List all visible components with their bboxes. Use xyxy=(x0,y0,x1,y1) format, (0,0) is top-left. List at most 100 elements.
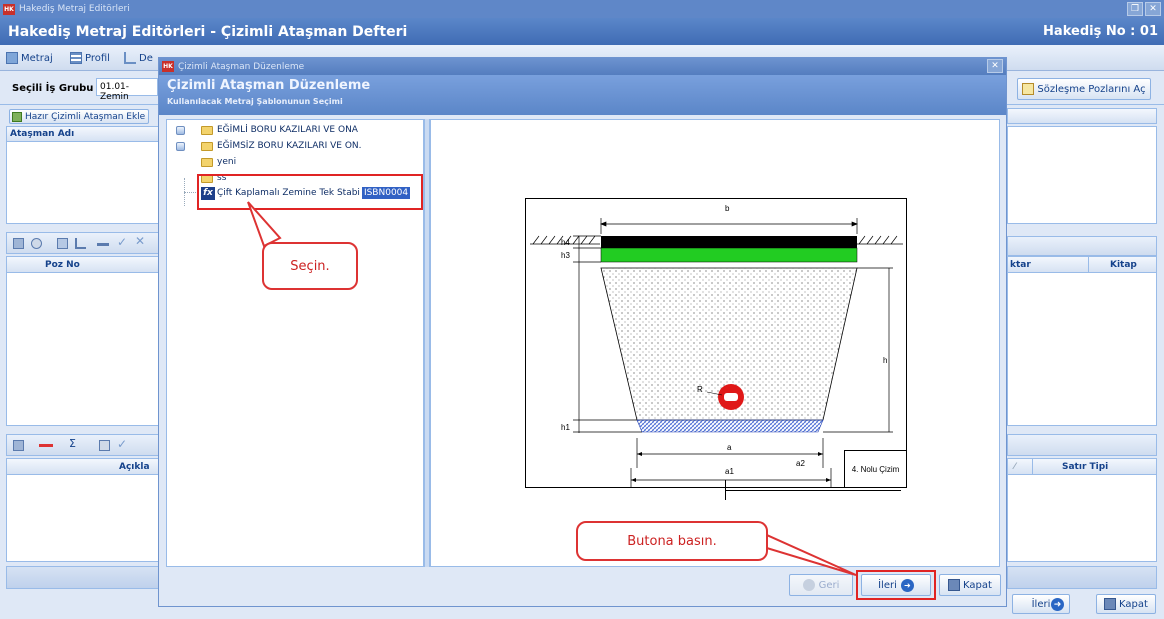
drawing-preview: b h4 h3 h R h1 a a1 a2 4. Nolu Çizim xyxy=(430,119,1000,567)
line-icon[interactable] xyxy=(39,444,53,447)
footer-next-label: İleri xyxy=(1031,598,1051,610)
drawing-caption: 4. Nolu Çizim xyxy=(844,450,907,488)
tab-detay-label: De xyxy=(139,52,153,64)
is-grubu-label: Seçili İş Grubu xyxy=(12,83,94,94)
right-status-bar xyxy=(1007,566,1157,589)
sum-icon[interactable]: Σ xyxy=(69,437,76,450)
footer-next-button[interactable]: İleri ➜ xyxy=(1012,594,1070,614)
expand-icon[interactable] xyxy=(176,125,185,135)
dialog-title-bar: HK Çizimli Ataşman Düzenleme xyxy=(159,58,1006,75)
column-divider xyxy=(1088,257,1089,273)
close-button[interactable]: Kapat xyxy=(939,574,1001,596)
open-contract-items-label: Sözleşme Pozlarını Aç xyxy=(1037,83,1146,95)
page-title: Hakediş Metraj Editörleri - Çizimli Ataş… xyxy=(0,18,1164,45)
search-icon[interactable] xyxy=(31,238,42,249)
exit-icon xyxy=(948,579,961,591)
tab-metraj[interactable]: Metraj xyxy=(6,50,53,66)
dim-h1-label: h1 xyxy=(561,423,570,432)
tree-node-label: EĞİMSİZ BORU KAZILARI VE ON. xyxy=(217,141,362,151)
dialog-title: Çizimli Ataşman Düzenleme xyxy=(178,61,305,72)
is-grubu-select[interactable]: 01.01-Zemin xyxy=(96,78,158,102)
check-icon[interactable]: ✓ xyxy=(117,235,127,249)
dialog-heading: Çizimli Ataşman Düzenleme xyxy=(167,78,371,93)
right-toolbar-strip xyxy=(1007,236,1157,256)
tab-profil[interactable]: Profil xyxy=(70,50,110,66)
folder-icon xyxy=(201,141,213,151)
close-label: Kapat xyxy=(963,579,992,591)
kitap-header: Kitap xyxy=(1110,260,1137,270)
indent-icon[interactable] xyxy=(75,238,86,249)
app-title-bar: HK Hakediş Metraj Editörleri xyxy=(0,0,1164,18)
tree-line xyxy=(184,192,198,193)
right-header-strip xyxy=(1007,108,1157,124)
right-attachment-panel xyxy=(1007,126,1157,224)
tab-detay[interactable]: De xyxy=(124,50,153,66)
back-label: Geri xyxy=(818,579,840,591)
left-status-bar xyxy=(6,566,159,589)
detail-grid: Açıkla xyxy=(6,458,159,562)
page-title-text: Hakediş Metraj Editörleri - Çizimli Ataş… xyxy=(8,23,408,40)
add-ready-attachment-label: Hazır Çizimli Ataşman Ekle xyxy=(25,111,146,122)
tree-icon xyxy=(124,52,136,64)
select-hint-callout: Seçin. xyxy=(262,242,358,290)
right-toolbar-strip-2 xyxy=(1007,434,1157,456)
poz-toolbar: ✓ ✕ xyxy=(6,232,159,254)
close-icon[interactable]: ✕ xyxy=(1145,2,1161,16)
app-icon: HK xyxy=(3,3,15,15)
next-button-highlight xyxy=(856,570,936,600)
delete-icon[interactable]: ✕ xyxy=(135,234,145,248)
dim-h-label: h xyxy=(883,356,887,365)
poz-no-header: Poz No xyxy=(7,257,158,273)
open-contract-items-button[interactable]: Sözleşme Pozlarını Aç xyxy=(1017,78,1151,100)
grid-icon[interactable] xyxy=(13,440,24,451)
tree-node-yeni[interactable]: yeni xyxy=(201,154,236,170)
add-drawing-icon xyxy=(12,111,22,122)
dim-a2-label: a2 xyxy=(796,459,805,468)
maximize-icon[interactable]: ❐ xyxy=(1127,2,1143,16)
tree-node-egimsiz[interactable]: EĞİMSİZ BORU KAZILARI VE ON. xyxy=(167,138,362,154)
arrow-right-icon: ➜ xyxy=(1051,598,1064,611)
attachment-list: Ataşman Adı xyxy=(6,126,159,224)
tree-node-egimli[interactable]: EĞİMLİ BORU KAZILARI VE ONA xyxy=(167,122,358,138)
dim-a2-line xyxy=(725,490,901,491)
sort-icon: ⁄ xyxy=(1014,462,1016,472)
dialog-close-icon[interactable]: ✕ xyxy=(987,59,1003,73)
check-icon[interactable]: ✓ xyxy=(117,437,127,451)
tab-profil-label: Profil xyxy=(85,52,110,64)
ruler-icon xyxy=(6,52,18,64)
edit-icon xyxy=(1022,83,1035,95)
aciklama-header: Açıkla xyxy=(7,459,158,475)
app-title: Hakediş Metraj Editörleri xyxy=(19,4,130,14)
hakedis-no: Hakediş No : 01 xyxy=(1043,24,1158,39)
copy-icon[interactable] xyxy=(99,440,110,451)
tab-metraj-label: Metraj xyxy=(21,52,53,64)
miktar-header: ktar xyxy=(1010,260,1031,270)
dialog-app-icon: HK xyxy=(162,61,174,72)
arrow-left-icon xyxy=(802,579,815,591)
dim-h3-label: h3 xyxy=(561,251,570,260)
minus-icon[interactable] xyxy=(97,243,109,246)
folder-icon xyxy=(201,125,213,135)
dialog-subheading: Kullanılacak Metraj Şablonunun Seçimi xyxy=(167,97,343,106)
tree-node-label: EĞİMLİ BORU KAZILARI VE ONA xyxy=(217,125,358,135)
cross-section-drawing: b h4 h3 h R h1 a a1 xyxy=(525,198,907,488)
right-poz-header: ktar Kitap xyxy=(1008,257,1156,273)
exit-icon xyxy=(1104,598,1117,610)
dim-a-label: a xyxy=(727,443,732,452)
detail-toolbar: Σ ✓ xyxy=(6,434,159,456)
dim-r-label: R xyxy=(697,385,703,394)
tree-node-label: yeni xyxy=(217,157,237,167)
profile-icon xyxy=(70,52,82,64)
footer-close-button[interactable]: Kapat xyxy=(1096,594,1156,614)
poz-grid: Poz No xyxy=(6,256,159,426)
folder-icon xyxy=(201,157,213,167)
column-divider xyxy=(1032,459,1033,475)
right-detail-header: ⁄ Satır Tipi xyxy=(1008,459,1156,475)
dim-a2-tick xyxy=(725,480,726,500)
dim-a1-label: a1 xyxy=(725,467,734,476)
right-detail-grid: ⁄ Satır Tipi xyxy=(1007,458,1157,562)
table-icon[interactable] xyxy=(57,238,68,249)
grid-icon[interactable] xyxy=(13,238,24,249)
expand-icon[interactable] xyxy=(176,141,185,151)
add-ready-attachment-button[interactable]: Hazır Çizimli Ataşman Ekle xyxy=(9,109,149,124)
